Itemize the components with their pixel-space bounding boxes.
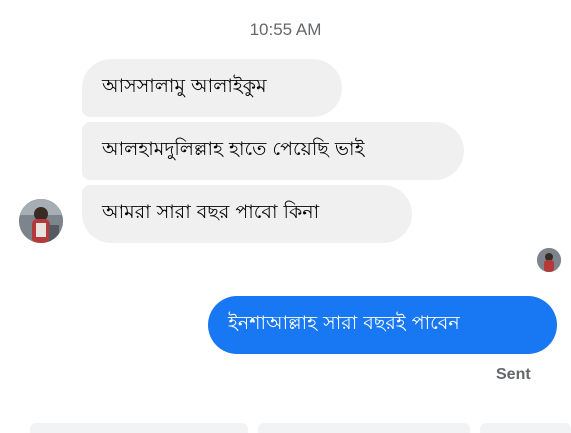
avatar-photo-icon [19, 199, 63, 243]
incoming-message-bubble[interactable]: আমরা সারা বছর পাবো কিনা [82, 185, 412, 243]
incoming-message-bubble[interactable]: আলহামদুলিল্লাহ হাতে পেয়েছি ভাই [82, 122, 464, 180]
message-timestamp: 10:55 AM [249, 20, 322, 39]
outgoing-message-bubble[interactable]: ইনশাআল্লাহ সারা বছরই পাবেন [208, 296, 557, 354]
quick-reply-chip[interactable] [258, 423, 470, 433]
sender-avatar[interactable] [19, 199, 63, 243]
quick-reply-chip[interactable] [480, 423, 571, 433]
avatar-photo-icon [537, 248, 561, 272]
incoming-message-bubble[interactable]: আসসালামু আলাইকুম [82, 59, 342, 117]
seen-avatar-icon [537, 248, 561, 272]
quick-reply-chip[interactable] [30, 423, 248, 433]
chat-thread: 10:55 AM আসসালামু আলাইকুম আলহামদুলিল্লাহ… [0, 0, 571, 433]
message-status: Sent [496, 366, 531, 383]
